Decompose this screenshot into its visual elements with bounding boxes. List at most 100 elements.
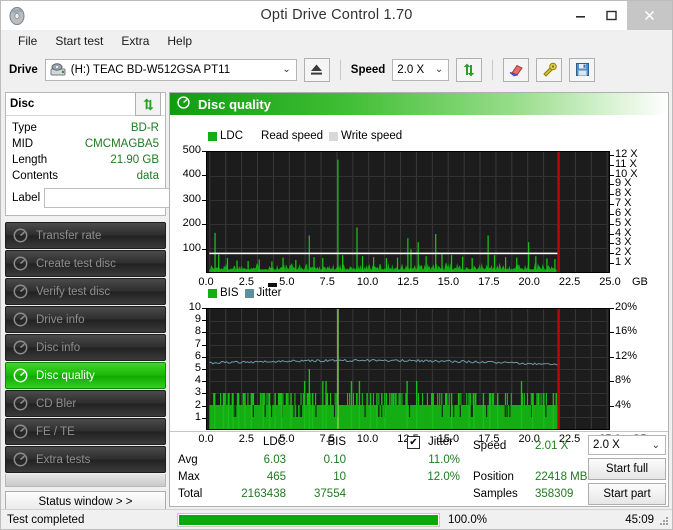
gauge-icon xyxy=(12,367,29,384)
resize-grip-icon[interactable] xyxy=(659,516,669,526)
speed-label: Speed xyxy=(350,63,386,76)
sidebar-item-disc-quality[interactable]: Disc quality xyxy=(5,362,166,389)
status-bar: Test completed 100.0% 45:09 xyxy=(1,509,672,529)
chevron-down-icon: ⌄ xyxy=(434,63,444,75)
y-axis-tick-mark xyxy=(202,248,206,250)
elapsed-time: 45:09 xyxy=(625,513,654,526)
sidebar-item-fe-te[interactable]: FE / TE xyxy=(5,418,166,445)
menu-item-start-test[interactable]: Start test xyxy=(46,31,112,51)
start-full-button[interactable]: Start full xyxy=(588,458,666,480)
floppy-save-icon xyxy=(575,63,589,76)
disc-key: Type xyxy=(12,122,37,134)
legend-swatch xyxy=(249,131,259,141)
sidebar-item-transfer-rate[interactable]: Transfer rate xyxy=(5,222,166,249)
panel-header: Disc quality xyxy=(170,93,668,115)
toolbar-divider-1 xyxy=(339,59,341,80)
y-axis-tick-left: 200 xyxy=(182,217,201,230)
sidebar-item-label: Disc info xyxy=(36,341,81,354)
y-axis-tick-mark xyxy=(202,369,206,370)
y-axis-tick-mark xyxy=(202,356,206,358)
y-axis-tick-left: 300 xyxy=(182,192,201,205)
legend-swatch xyxy=(208,131,217,141)
menu-item-extra[interactable]: Extra xyxy=(112,31,158,51)
save-button[interactable] xyxy=(569,57,596,82)
y-axis-tick-mark xyxy=(202,332,206,334)
gauge-icon xyxy=(12,339,29,356)
tools-button[interactable] xyxy=(536,57,563,82)
sidebar-item-drive-info[interactable]: Drive info xyxy=(5,306,166,333)
sidebar-item-verify-test-disc[interactable]: Verify test disc xyxy=(5,278,166,305)
sidebar-item-disc-info[interactable]: Disc info xyxy=(5,334,166,361)
y-axis-tick-mark-right xyxy=(610,233,614,235)
tools-icon xyxy=(543,62,557,77)
sidebar-item-label: FE / TE xyxy=(36,425,75,438)
y-axis-tick-right: 4% xyxy=(615,398,631,411)
start-part-button[interactable]: Start part xyxy=(588,483,666,505)
plot-area xyxy=(206,151,610,273)
y-axis-tick-mark-right xyxy=(610,164,614,166)
sidebar-item-label: Create test disc xyxy=(36,257,116,270)
chart-legend: LDC Read speed Write speed xyxy=(208,130,402,142)
disc-refresh-button[interactable] xyxy=(135,92,161,116)
sidebar-item-label: Drive info xyxy=(36,313,85,326)
progress-fill xyxy=(179,514,438,525)
y-axis-tick-left: 6 xyxy=(194,349,201,362)
main-body: Disc Type BD-R MID CMCMAGBA5 Length 21.9… xyxy=(1,89,672,512)
x-axis-tick: 20.0 xyxy=(518,276,540,288)
y-axis-tick-mark-right xyxy=(610,154,614,156)
sidebar-item-create-test-disc[interactable]: Create test disc xyxy=(5,250,166,277)
sidebar-item-label: Transfer rate xyxy=(36,229,102,242)
x-axis-tick: 12.5 xyxy=(397,276,419,288)
y-axis-tick-mark-right xyxy=(610,223,614,225)
y-axis-tick-left: 8 xyxy=(194,325,201,338)
eject-button[interactable] xyxy=(303,57,330,82)
sidebar-item-extra-tests[interactable]: Extra tests xyxy=(5,446,166,473)
disc-properties: Type BD-R MID CMCMAGBA5 Length 21.90 GB … xyxy=(6,116,246,215)
menu-bar: File Start test Extra Help xyxy=(1,30,672,52)
legend-item: Write speed xyxy=(329,130,402,142)
erase-button[interactable] xyxy=(503,57,530,82)
y-axis-tick-right: 12 X xyxy=(615,147,638,160)
legend-label: LDC xyxy=(220,130,244,142)
stats-ldc-avg: 6.03 xyxy=(263,454,286,466)
drive-select[interactable]: (H:) TEAC BD-W512GSA PT11 ⌄ xyxy=(44,58,297,81)
refresh-arrows-icon xyxy=(142,98,154,110)
y-axis-tick-mark-right xyxy=(610,381,614,383)
disc-value: data xyxy=(136,170,159,182)
y-axis-tick-mark xyxy=(202,224,206,226)
samples-stat-value: 358309 xyxy=(535,488,574,500)
disc-value: CMCMAGBA5 xyxy=(84,138,159,150)
x-axis-tick: 25.0 xyxy=(599,276,621,288)
test-speed-select[interactable]: 2.0 X ⌄ xyxy=(588,435,666,455)
window-controls xyxy=(565,1,672,30)
nav-filler xyxy=(5,474,166,487)
refresh-arrows-icon xyxy=(463,63,475,76)
close-button[interactable] xyxy=(627,1,672,30)
ldc-chart: LDC Read speed Write speed 100 200 300 400 500 1… xyxy=(170,130,668,303)
toolbar-divider-2 xyxy=(492,59,494,80)
drive-label: Drive xyxy=(9,63,38,76)
menu-item-help[interactable]: Help xyxy=(158,31,201,51)
gauge-icon xyxy=(12,255,29,272)
stats-bis-avg: 0.10 xyxy=(323,454,346,466)
menu-item-file[interactable]: File xyxy=(9,31,46,51)
minimize-button[interactable] xyxy=(565,1,596,30)
title-bar: Opti Drive Control 1.70 xyxy=(1,1,672,30)
y-axis-tick-left: 100 xyxy=(182,241,201,254)
refresh-button[interactable] xyxy=(456,57,483,82)
maximize-button[interactable] xyxy=(596,1,627,30)
y-axis-tick-mark-right xyxy=(610,174,614,176)
stats-bis-total: 37554 xyxy=(314,488,346,500)
sidebar-item-cd-bler[interactable]: CD Bler xyxy=(5,390,166,417)
speed-select[interactable]: 2.0 X ⌄ xyxy=(392,58,450,81)
sidebar-item-label: Verify test disc xyxy=(36,285,111,298)
disc-key: MID xyxy=(12,138,34,150)
legend-swatch xyxy=(244,288,254,298)
drive-icon xyxy=(50,62,66,77)
y-axis-tick-right: 8% xyxy=(615,374,631,387)
y-axis-tick-mark xyxy=(202,417,206,419)
y-axis-tick-left: 5 xyxy=(194,362,201,374)
y-axis-tick-left: 2 xyxy=(194,398,201,411)
legend-item: Jitter xyxy=(244,287,281,299)
jitter-checkbox[interactable]: ✔ xyxy=(407,436,420,449)
